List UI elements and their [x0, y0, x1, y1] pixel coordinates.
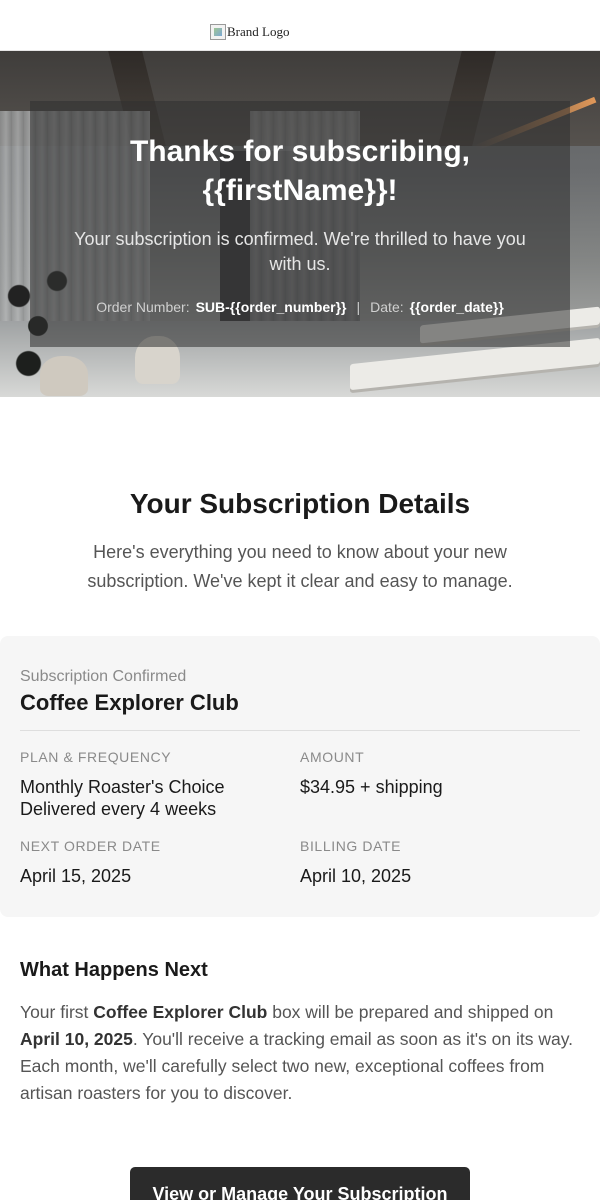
brand-logo-alt-text: Brand Logo	[227, 24, 290, 39]
hero-subtitle: Your subscription is confirmed. We're th…	[74, 229, 526, 274]
hero-banner: Thanks for subscribing, {{firstName}}! Y…	[0, 51, 600, 397]
card-eyebrow: Subscription Confirmed	[20, 668, 187, 685]
hero-overlay: Thanks for subscribing, {{firstName}}! Y…	[30, 101, 570, 347]
order-date-label: Date:	[370, 299, 404, 315]
card-title: Coffee Explorer Club	[20, 690, 239, 715]
next-steps-title: What Happens Next	[20, 959, 208, 981]
order-date-value: {{order_date}}	[409, 299, 504, 315]
manage-subscription-button[interactable]: View or Manage Your Subscription	[130, 1167, 470, 1200]
broken-image-icon	[210, 24, 226, 40]
next-order-date-label: Next Order Date	[20, 838, 161, 854]
plan-frequency-label: Plan & Frequency	[20, 749, 172, 765]
order-number-value: SUB-{{order_number}}	[195, 299, 347, 315]
order-number-label: Order Number:	[96, 299, 190, 315]
plan-frequency-value: Monthly Roaster's Choice Delivered every…	[20, 777, 225, 819]
amount-label: Amount	[300, 749, 365, 765]
email-header: Brand Logo	[0, 0, 600, 51]
card-divider	[20, 730, 580, 731]
order-info: Order Number: SUB-{{order_number}} | Dat…	[30, 299, 570, 315]
hero-title: Thanks for subscribing, {{firstName}}!	[129, 135, 471, 207]
billing-date-label: Billing Date	[300, 838, 402, 854]
order-info-separator: |	[356, 299, 361, 315]
brand-logo[interactable]: Brand Logo	[210, 24, 289, 40]
subscription-card: Subscription Confirmed Coffee Explorer C…	[0, 636, 600, 917]
billing-date-value: April 10, 2025	[300, 866, 412, 886]
details-description: Here's everything you need to know about…	[87, 542, 513, 591]
next-steps-body: Your first Coffee Explorer Club box will…	[20, 1002, 574, 1103]
details-title: Your Subscription Details	[129, 488, 471, 519]
next-order-date-value: April 15, 2025	[20, 866, 132, 886]
amount-value: $34.95 + shipping	[300, 777, 443, 797]
